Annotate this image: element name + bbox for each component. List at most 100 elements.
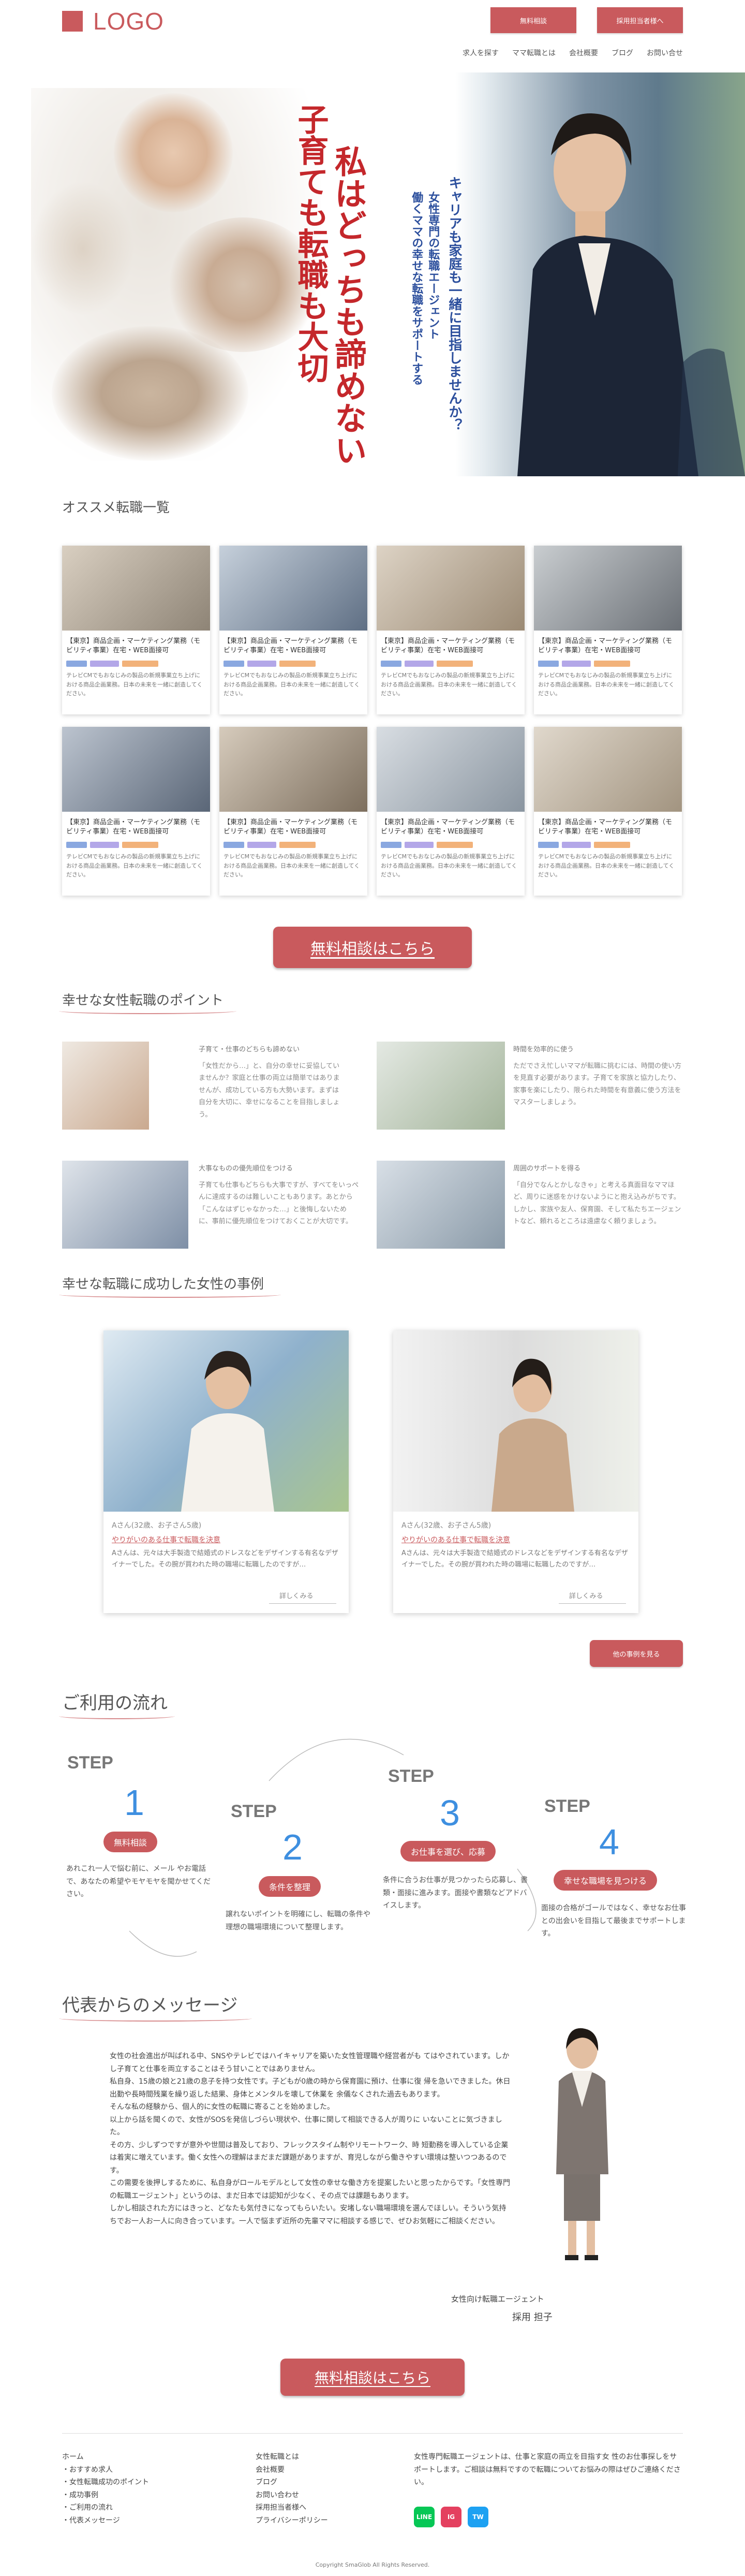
step-text-1: あれこれ一人で悩む前に、メール やお電話で、あなたの希望やモヤモヤを聞かせてくだ… [66,1865,211,1898]
nav-item-about[interactable]: ママ転職とは [512,48,556,58]
job-tag [224,661,244,667]
job-image [534,546,682,631]
twitter-icon[interactable]: TW [468,2507,488,2527]
case-more-link[interactable]: 詳しくみる [269,1590,336,1604]
job-title[interactable]: 【東京】商品企画・マーケティング業務（モビリティ事業）在宅・WEB面接可 [62,812,210,842]
footer-link[interactable]: ・代表メッセージ [62,2514,149,2527]
job-tags [534,661,682,667]
line-icon[interactable]: LINE [414,2507,435,2527]
job-title[interactable]: 【東京】商品企画・マーケティング業務（モビリティ事業）在宅・WEB面接可 [219,812,367,842]
signature-role: 女性向け転職エージェント [451,2294,544,2304]
nav-item-blog[interactable]: ブログ [612,48,633,58]
job-card[interactable]: 【東京】商品企画・マーケティング業務（モビリティ事業）在宅・WEB面接可 テレビC… [377,727,525,896]
job-card[interactable]: 【東京】商品企画・マーケティング業務（モビリティ事業）在宅・WEB面接可 テレビC… [534,546,682,714]
footer-link[interactable]: ・ご利用の流れ [62,2501,149,2514]
footer-link[interactable]: ・成功事例 [62,2489,149,2502]
job-title[interactable]: 【東京】商品企画・マーケティング業務（モビリティ事業）在宅・WEB面接可 [534,812,682,842]
woman-figure [491,1358,574,1512]
case-name: Aさん(32歳、お子さん5歳) [112,1521,202,1530]
businesswoman-figure [517,113,745,476]
job-image [534,727,682,812]
case-title[interactable]: やりがいのある仕事で転職を決意 [401,1534,510,1545]
step-badge-1: 無料相談 [103,1832,158,1852]
job-tag [381,842,401,848]
footer-about: 女性専門転職エージェントは、仕事と家庭の両立を目指す女 性のお仕事探しをサポート… [414,2453,681,2486]
case-card[interactable]: Aさん(32歳、お子さん5歳) やりがいのある仕事で転職を決意 Aさんは、元々は… [393,1330,638,1613]
nav-item-contact[interactable]: お問い合せ [647,48,683,58]
job-card[interactable]: 【東京】商品企画・マーケティング業務（モビリティ事業）在宅・WEB面接可 テレビC… [219,546,367,714]
job-tag [90,842,119,848]
point-image-3 [62,1161,188,1249]
job-tag [538,661,559,667]
job-title[interactable]: 【東京】商品企画・マーケティング業務（モビリティ事業）在宅・WEB面接可 [377,631,525,661]
jobs-section-title: オススメ転職一覧 [62,500,170,516]
job-image [377,727,525,812]
step-number-4: 4 [599,1822,619,1862]
job-card[interactable]: 【東京】商品企画・マーケティング業務（モビリティ事業）在宅・WEB面接可 テレビC… [62,727,210,896]
case-title[interactable]: やりがいのある仕事で転職を決意 [112,1534,220,1545]
point-heading-3: 大事なものの優先順位をつける [199,1165,293,1173]
mother-photo [31,181,135,316]
point-heading-1: 子育て・仕事のどちらも諦めない [199,1046,300,1053]
case-card[interactable]: Aさん(32歳、お子さん5歳) やりがいのある仕事で転職を決意 Aさんは、元々は… [103,1330,349,1613]
ceo-photo [556,2028,608,2260]
step-text-4: 面接の合格がゴールではなく、幸せなお仕事との出会いを目指して最後までサポートしま… [541,1904,686,1938]
footer-link[interactable]: ・おすすめ求人 [62,2464,149,2477]
step-number-2: 2 [282,1827,303,1867]
job-tag [90,661,119,667]
job-card[interactable]: 【東京】商品企画・マーケティング業務（モビリティ事業）在宅・WEB面接可 テレビC… [219,727,367,896]
footer-link[interactable]: 会社概要 [256,2464,328,2477]
footer-link[interactable]: ブログ [256,2476,328,2489]
footer-link[interactable]: プライバシーポリシー [256,2514,328,2527]
job-tag [437,661,473,667]
hero-catch-blue-2: 女性専門の転職エージェント [426,192,440,340]
footer-link[interactable]: ・女性転職成功のポイント [62,2476,149,2489]
job-tag [562,842,591,848]
free-consult-cta[interactable]: 無料相談はこちら [273,927,472,968]
step-word-1: STEP [67,1753,113,1773]
nav-item-jobs[interactable]: 求人を探す [463,48,499,58]
job-tag [279,842,316,848]
case-text: Aさんは、元々は大手製造で結婚式のドレスなどをデザインする有名なデザイナーでした… [112,1549,338,1569]
hero-catch-red-2: 私はどっちも諦めない [329,145,367,466]
job-tag [66,842,87,848]
footer-col-2: 女性転職とは 会社概要 ブログ お問い合わせ 採用担当者様へ プライバシーポリシー [256,2451,328,2527]
job-tag [594,661,630,667]
job-card[interactable]: 【東京】商品企画・マーケティング業務（モビリティ事業）在宅・WEB面接可 テレビC… [62,546,210,714]
job-tag [247,842,276,848]
nav-item-company[interactable]: 会社概要 [569,48,598,58]
site-header: LOGO 無料相談 採用担当者様へ 求人を探す ママ転職とは 会社概要 ブログ … [0,0,745,72]
job-card[interactable]: 【東京】商品企画・マーケティング業務（モビリティ事業）在宅・WEB面接可 テレビC… [377,546,525,714]
job-image [219,727,367,812]
recruiter-button[interactable]: 採用担当者様へ [597,7,683,33]
signature-name: 採用 担子 [512,2312,553,2323]
more-cases-button[interactable]: 他の事例を見る [590,1640,683,1667]
site-footer: ホーム ・おすすめ求人 ・女性転職成功のポイント ・成功事例 ・ご利用の流れ ・代表メッセ… [0,2433,745,2576]
job-card[interactable]: 【東京】商品企画・マーケティング業務（モビリティ事業）在宅・WEB面接可 テレビC… [534,727,682,896]
hero-catch-red-1: 子育ても転職も大切 [292,104,329,383]
point-text-1: 「女性だから…」と、自分の幸せに妥協していませんか？家庭と仕事の両立は簡単ではあ… [199,1062,340,1119]
instagram-icon[interactable]: IG [441,2507,461,2527]
step-text-3: 条件に合うお仕事が見つかったら応募し、書類・面接に進みます。面接や書類などアドバ… [383,1876,528,1910]
footer-link[interactable]: お問い合わせ [256,2489,328,2502]
free-consult-button[interactable]: 無料相談 [490,7,576,33]
job-title[interactable]: 【東京】商品企画・マーケティング業務（モビリティ事業）在宅・WEB面接可 [534,631,682,661]
job-image [62,727,210,812]
job-title[interactable]: 【東京】商品企画・マーケティング業務（モビリティ事業）在宅・WEB面接可 [62,631,210,661]
step-badge-3: お仕事を選び、応募 [400,1841,496,1862]
logo[interactable]: LOGO [62,7,164,35]
footer-link[interactable]: ホーム [62,2451,149,2464]
case-more-link[interactable]: 詳しくみる [559,1590,626,1604]
cta-label: 無料相談はこちら [310,940,435,958]
step-text-2: 譲れないポイントを明確にし、転職の条件や理想の職場環境について整理します。 [226,1910,370,1931]
job-tags [62,842,210,848]
job-title[interactable]: 【東京】商品企画・マーケティング業務（モビリティ事業）在宅・WEB面接可 [219,631,367,661]
logo-mark [62,11,83,32]
case-name: Aさん(32歳、お子さん5歳) [401,1521,491,1530]
footer-link[interactable]: 女性転職とは [256,2451,328,2464]
job-tags [534,842,682,848]
footer-link[interactable]: 採用担当者様へ [256,2501,328,2514]
job-title[interactable]: 【東京】商品企画・マーケティング業務（モビリティ事業）在宅・WEB面接可 [377,812,525,842]
free-consult-cta-bottom[interactable]: 無料相談はこちら [280,2359,465,2396]
footer-col-1: ホーム ・おすすめ求人 ・女性転職成功のポイント ・成功事例 ・ご利用の流れ ・代表メッセ… [62,2451,149,2527]
